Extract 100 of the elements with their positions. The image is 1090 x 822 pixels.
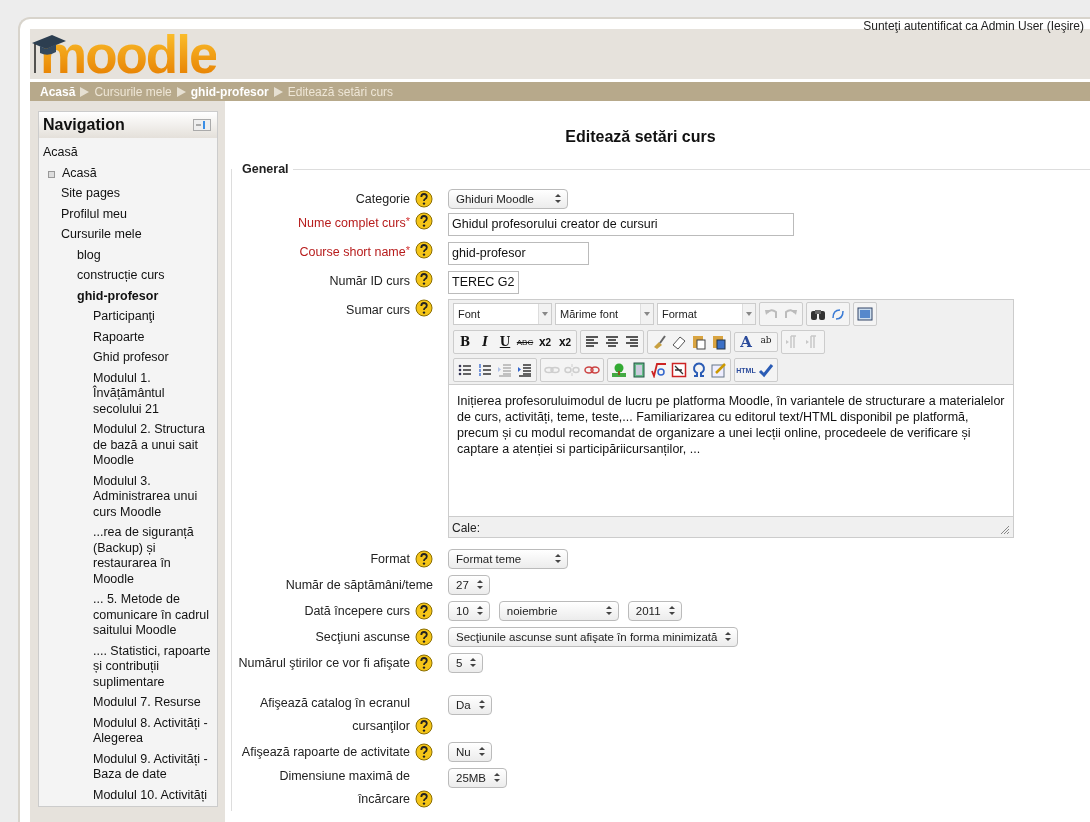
up-down-arrows-icon bbox=[478, 747, 485, 756]
replace-icon[interactable] bbox=[830, 306, 846, 322]
help-icon[interactable] bbox=[415, 654, 433, 672]
highlight-button[interactable]: ab bbox=[758, 334, 774, 346]
underline-button[interactable]: U bbox=[495, 332, 515, 352]
help-icon[interactable] bbox=[415, 743, 433, 761]
nolink-icon[interactable] bbox=[671, 362, 687, 378]
login-info: Sunteţi autentificat ca Admin User (Ieşire) bbox=[863, 19, 1084, 33]
dropdown[interactable]: Nu bbox=[448, 741, 492, 762]
help-icon[interactable] bbox=[415, 299, 433, 317]
dock-icon bbox=[193, 119, 211, 131]
alignright-icon[interactable] bbox=[624, 334, 640, 350]
pastetext-icon[interactable] bbox=[691, 334, 707, 350]
dropdown[interactable]: 5 bbox=[448, 652, 484, 673]
editor-text: Inițierea profesoruluimodul de lucru pe platforma Moodle, în variantele de structurare a materialelor de curs, activități, teme, teste,... Familiarizarea cu editorul text/HTML disponibil pe platformă, precum și cu modul recomandat de organizare a unei lecții online, procedeele de verificare și captare a atenției si participăriicursanților, ... bbox=[449, 384, 1013, 517]
field-label: Course short name bbox=[299, 244, 406, 261]
nav-link[interactable]: Modulul 2. Structura de bază a unui sait Moodle bbox=[93, 422, 213, 469]
path-label: Cale: bbox=[452, 521, 480, 535]
dropdown[interactable]: 25MB bbox=[448, 767, 508, 788]
alignleft-icon[interactable] bbox=[584, 334, 600, 350]
help-icon[interactable] bbox=[415, 602, 433, 620]
dropdown[interactable]: Format teme bbox=[448, 548, 568, 569]
nav-link[interactable]: Profilul meu bbox=[61, 206, 127, 222]
editor-dropdown[interactable]: Format bbox=[657, 303, 756, 325]
editor-dropdown[interactable]: Mărime font bbox=[555, 303, 654, 325]
nav-link[interactable]: Participanţi bbox=[93, 309, 155, 325]
charmap-icon[interactable] bbox=[691, 362, 707, 378]
help-icon[interactable] bbox=[415, 717, 433, 735]
field-label: Afişează catalog în ecranul cursanţilor bbox=[258, 695, 410, 735]
nav-link[interactable]: blog bbox=[77, 247, 101, 263]
nav-link[interactable]: Modulul 10. Activități bbox=[93, 787, 207, 803]
field-label: Dimensiune maximă de încărcare bbox=[278, 768, 410, 808]
spell-icon[interactable] bbox=[758, 362, 774, 378]
help-icon[interactable] bbox=[415, 790, 433, 808]
expander-icon bbox=[48, 170, 55, 178]
up-down-arrows-icon bbox=[470, 658, 477, 667]
help-icon[interactable] bbox=[415, 270, 433, 288]
separator-arrow-icon bbox=[176, 86, 186, 97]
bold-button[interactable]: B bbox=[455, 332, 475, 352]
eraser-icon[interactable] bbox=[671, 334, 687, 350]
help-icon[interactable] bbox=[415, 190, 433, 208]
bullist-icon[interactable] bbox=[457, 362, 473, 378]
up-down-arrows-icon bbox=[725, 632, 732, 641]
nav-link[interactable]: ghid-profesor bbox=[77, 288, 159, 304]
pasteword-icon[interactable] bbox=[711, 334, 727, 350]
nav-link[interactable]: Modulul 7. Resurse bbox=[93, 695, 201, 711]
dropdown[interactable]: noiembrie bbox=[498, 600, 619, 621]
nav-link[interactable]: Cursurile mele bbox=[61, 227, 142, 243]
help-icon[interactable] bbox=[415, 241, 433, 259]
nav-link[interactable]: ... 5. Metode de comunicare în cadrul saitului Moodle bbox=[93, 592, 213, 639]
nav-link[interactable]: Acasă bbox=[43, 145, 78, 161]
help-icon[interactable] bbox=[415, 212, 433, 230]
nav-link[interactable]: ...rea de siguranță (Backup) și restaurarea în Moodle bbox=[93, 525, 213, 587]
dropdown[interactable]: 27 bbox=[448, 574, 490, 595]
nav-link[interactable]: Rapoarte bbox=[93, 329, 145, 345]
equation-icon[interactable] bbox=[651, 362, 667, 378]
up-down-arrows-icon bbox=[478, 700, 485, 709]
dropdown[interactable]: Secţiunile ascunse sunt afişate în forma minimizată bbox=[448, 626, 739, 647]
image-icon[interactable] bbox=[611, 362, 627, 378]
field-label: Dată începere curs bbox=[304, 603, 410, 620]
up-down-arrows-icon bbox=[494, 773, 501, 782]
section-title: General bbox=[232, 162, 293, 176]
editor-dropdown[interactable]: Font bbox=[453, 303, 552, 325]
nav-link[interactable]: Ghid profesor bbox=[93, 350, 169, 366]
nav-link[interactable]: Modulul 8. Activități - Alegerea bbox=[93, 715, 213, 747]
aligncenter-icon[interactable] bbox=[604, 334, 620, 350]
separator-arrow-icon bbox=[80, 86, 90, 97]
field-label: Afişează rapoarte de activitate bbox=[241, 744, 410, 761]
help-icon[interactable] bbox=[415, 550, 433, 568]
required-mark: * bbox=[405, 243, 410, 258]
text-field[interactable]: ghid-profesor bbox=[448, 242, 589, 265]
strike-button[interactable]: ABC bbox=[515, 332, 535, 352]
page-title: Editează setări curs bbox=[565, 128, 716, 146]
text-field[interactable]: Ghidul profesorului creator de cursuri bbox=[448, 213, 794, 236]
field-label: Număr de săptămâni/teme bbox=[285, 577, 433, 594]
nav-link[interactable]: Modulul 9. Activități - Baza de date bbox=[93, 751, 213, 783]
dropdown[interactable]: 10 bbox=[448, 600, 490, 621]
resize-grip-icon bbox=[1000, 525, 1010, 535]
field-label: Categorie bbox=[355, 191, 410, 208]
text-field[interactable]: TEREC G2 bbox=[448, 271, 519, 294]
italic-button[interactable]: I bbox=[475, 332, 495, 352]
help-icon[interactable] bbox=[415, 628, 433, 646]
nav-link[interactable]: Acasă bbox=[62, 165, 97, 181]
dropdown[interactable]: Ghiduri Moodle bbox=[448, 188, 568, 209]
nav-link[interactable]: Modulul 3. Administrarea unui curs Moodle bbox=[93, 473, 213, 520]
media-icon[interactable] bbox=[631, 362, 647, 378]
nav-link[interactable]: Modulul 1. Învățământul secolului 21 bbox=[93, 370, 213, 417]
dropdown[interactable]: 2011 bbox=[627, 600, 682, 621]
numlist-icon[interactable] bbox=[477, 362, 493, 378]
nav-link[interactable]: Site pages bbox=[61, 186, 121, 202]
block-title: Navigation bbox=[43, 116, 125, 134]
nav-link[interactable]: construcție curs bbox=[77, 268, 165, 284]
nav-link[interactable]: .... Statistici, rapoarte și contribuții suplimentare bbox=[93, 643, 213, 690]
caret-icon bbox=[644, 312, 650, 316]
indent-icon[interactable] bbox=[517, 362, 533, 378]
forecolor-button[interactable]: A bbox=[738, 334, 754, 350]
up-down-arrows-icon bbox=[555, 194, 561, 203]
required-mark: * bbox=[405, 214, 410, 229]
up-down-arrows-icon bbox=[605, 606, 612, 615]
dropdown[interactable]: Da bbox=[448, 694, 492, 715]
